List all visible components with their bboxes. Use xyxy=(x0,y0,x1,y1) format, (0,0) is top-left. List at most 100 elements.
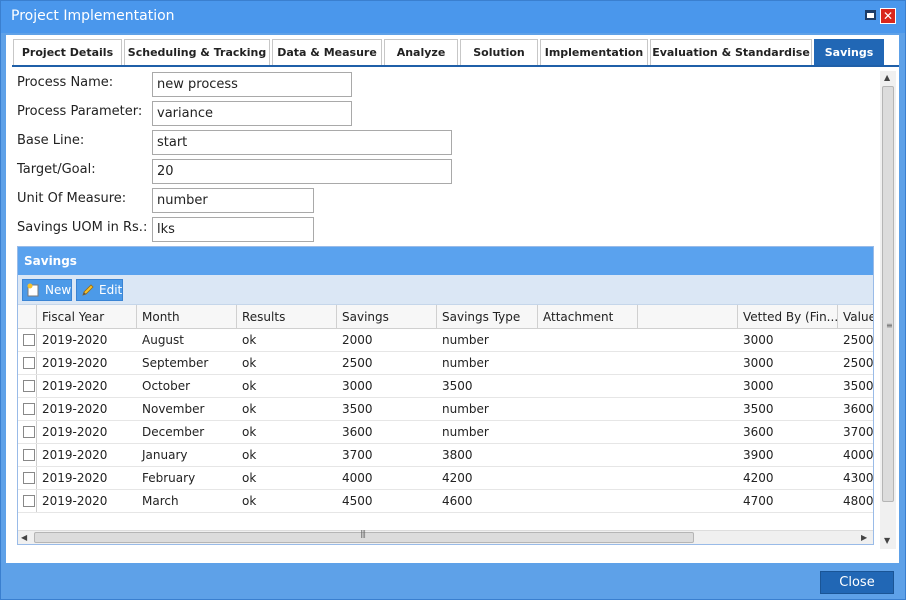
table-cell: 2019-2020 xyxy=(42,494,108,508)
target-goal-field[interactable] xyxy=(152,159,452,184)
table-cell xyxy=(538,421,638,444)
close-icon[interactable]: ✕ xyxy=(880,8,896,24)
column-header[interactable]: Savings Type xyxy=(437,305,538,328)
tab-project-details[interactable]: Project Details xyxy=(13,39,122,65)
tab-evaluation-standardise[interactable]: Evaluation & Standardise xyxy=(650,39,812,65)
scroll-grip-icon: ||| xyxy=(360,529,366,538)
unit-of-measure-field[interactable] xyxy=(152,188,314,213)
table-cell: November xyxy=(142,402,205,416)
table-cell xyxy=(538,444,638,467)
table-row[interactable]: 2019-2020 August ok 2000 number 3000 2500 xyxy=(18,329,873,352)
column-header[interactable]: Savings xyxy=(337,305,437,328)
window-title: Project Implementation xyxy=(11,8,175,24)
vertical-scrollbar[interactable]: ▲ ≡ ▼ xyxy=(880,71,896,549)
table-cell: 3900 xyxy=(743,448,774,462)
tab-implementation[interactable]: Implementation xyxy=(540,39,648,65)
tab-scheduling-tracking[interactable]: Scheduling & Tracking xyxy=(124,39,270,65)
table-cell: 3700 xyxy=(342,448,373,462)
savings-panel-title: Savings xyxy=(18,247,873,275)
process-parameter-field[interactable] xyxy=(152,101,352,126)
base-line-field[interactable] xyxy=(152,130,452,155)
table-row[interactable]: 2019-2020 January ok 3700 3800 3900 4000 xyxy=(18,444,873,467)
table-cell: 2019-2020 xyxy=(42,402,108,416)
maximize-icon[interactable] xyxy=(865,10,876,20)
row-checkbox[interactable] xyxy=(23,449,35,461)
table-cell xyxy=(538,467,638,490)
table-cell: 2000 xyxy=(342,333,373,347)
column-header[interactable]: Attachment xyxy=(538,305,638,328)
column-header[interactable]: Fiscal Year xyxy=(37,305,137,328)
target-goal-label: Target/Goal: xyxy=(17,162,96,177)
table-cell xyxy=(538,398,638,421)
table-cell xyxy=(538,490,638,513)
table-cell: ok xyxy=(242,425,257,439)
table-cell: 2019-2020 xyxy=(42,333,108,347)
table-cell: 4000 xyxy=(342,471,373,485)
column-header[interactable]: Vetted By (Fin... xyxy=(738,305,838,328)
tab-analyze[interactable]: Analyze xyxy=(384,39,458,65)
column-header[interactable]: Results xyxy=(237,305,337,328)
tab-solution[interactable]: Solution xyxy=(460,39,538,65)
edit-button-label: Edit xyxy=(99,283,123,297)
row-checkbox[interactable] xyxy=(23,380,35,392)
table-row[interactable]: 2019-2020 March ok 4500 4600 4700 4800 xyxy=(18,490,873,513)
new-button-label: New xyxy=(45,283,72,297)
row-checkbox[interactable] xyxy=(23,495,35,507)
horizontal-scrollbar[interactable]: ◀ ||| ▶ xyxy=(18,529,873,544)
process-name-field[interactable] xyxy=(152,72,352,97)
table-cell: 3000 xyxy=(743,356,774,370)
table-cell: ok xyxy=(242,471,257,485)
table-cell: number xyxy=(442,333,489,347)
table-cell: February xyxy=(142,471,196,485)
vertical-scroll-thumb[interactable] xyxy=(882,86,894,502)
table-cell: ok xyxy=(242,494,257,508)
scroll-down-icon[interactable]: ▼ xyxy=(884,536,890,545)
table-cell: ok xyxy=(242,356,257,370)
select-column-header xyxy=(18,305,37,328)
table-row[interactable]: 2019-2020 September ok 2500 number 3000 2500 xyxy=(18,352,873,375)
dialog-content: Project Details Scheduling & Tracking Da… xyxy=(6,35,899,563)
row-checkbox[interactable] xyxy=(23,426,35,438)
table-cell: September xyxy=(142,356,209,370)
table-cell: 3600 xyxy=(342,425,373,439)
tab-savings[interactable]: Savings xyxy=(814,39,884,65)
scroll-left-icon[interactable]: ◀ xyxy=(21,533,27,542)
table-cell: 3000 xyxy=(743,379,774,393)
savings-toolbar: New Edit xyxy=(18,275,873,305)
table-cell: January xyxy=(142,448,188,462)
edit-button[interactable]: Edit xyxy=(76,279,123,301)
savings-panel: Savings New Edit Fiscal Year Month Resul… xyxy=(17,246,874,545)
table-cell: 3600 xyxy=(843,402,873,416)
table-cell: 2500 xyxy=(843,333,873,347)
base-line-label: Base Line: xyxy=(17,133,85,148)
table-row[interactable]: 2019-2020 February ok 4000 4200 4200 4300 xyxy=(18,467,873,490)
column-header[interactable]: Value xyxy=(838,305,873,328)
table-row[interactable]: 2019-2020 October ok 3000 3500 3000 3500 xyxy=(18,375,873,398)
table-cell: 3500 xyxy=(342,402,373,416)
column-header[interactable]: Month xyxy=(137,305,237,328)
row-checkbox[interactable] xyxy=(23,472,35,484)
row-checkbox[interactable] xyxy=(23,357,35,369)
close-button[interactable]: Close xyxy=(820,571,894,594)
table-cell: 3800 xyxy=(442,448,473,462)
tab-data-measure[interactable]: Data & Measure xyxy=(272,39,382,65)
savings-uom-field[interactable] xyxy=(152,217,314,242)
table-cell: 4200 xyxy=(442,471,473,485)
table-cell xyxy=(638,444,738,467)
table-row[interactable]: 2019-2020 November ok 3500 number 3500 3600 xyxy=(18,398,873,421)
table-row[interactable]: 2019-2020 December ok 3600 number 3600 3700 xyxy=(18,421,873,444)
table-cell: number xyxy=(442,402,489,416)
title-bar[interactable]: Project Implementation ✕ xyxy=(1,1,905,33)
table-cell: March xyxy=(142,494,179,508)
scroll-right-icon[interactable]: ▶ xyxy=(861,533,867,542)
table-cell xyxy=(538,352,638,375)
column-header[interactable] xyxy=(638,305,738,328)
new-button[interactable]: New xyxy=(22,279,72,301)
table-cell: 3600 xyxy=(743,425,774,439)
table-cell xyxy=(638,352,738,375)
table-cell: ok xyxy=(242,448,257,462)
row-checkbox[interactable] xyxy=(23,403,35,415)
scroll-up-icon[interactable]: ▲ xyxy=(884,73,890,82)
table-cell: ok xyxy=(242,402,257,416)
row-checkbox[interactable] xyxy=(23,334,35,346)
